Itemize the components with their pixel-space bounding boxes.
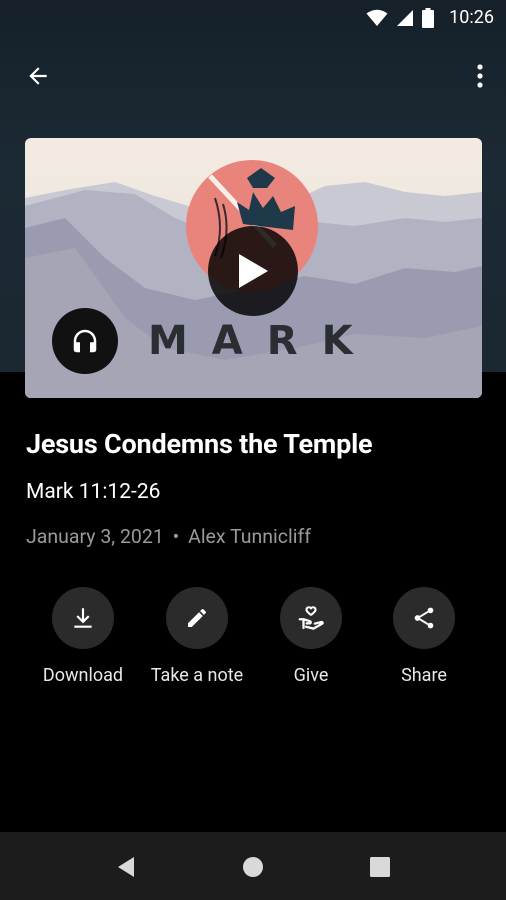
- status-time: 10:26: [449, 7, 494, 28]
- battery-icon: [422, 8, 434, 28]
- take-note-action[interactable]: Take a note: [137, 587, 257, 686]
- message-meta: January 3, 2021 • Alex Tunnicliff: [26, 525, 311, 548]
- status-icons: [366, 8, 434, 28]
- give-hand-heart-icon: [298, 606, 324, 630]
- app-bar: [0, 52, 506, 96]
- more-options-button[interactable]: [468, 58, 492, 94]
- nav-recents-button[interactable]: [365, 852, 395, 882]
- headphones-icon: [73, 329, 97, 353]
- take-note-label: Take a note: [150, 665, 244, 686]
- share-button[interactable]: [393, 587, 455, 649]
- share-action[interactable]: Share: [364, 587, 484, 686]
- arrow-back-icon: [29, 67, 47, 85]
- scripture-reference: Mark 11:12-26: [26, 480, 161, 504]
- give-action[interactable]: Give: [251, 587, 371, 686]
- download-label: Download: [42, 665, 124, 686]
- nav-recents-icon: [370, 857, 390, 877]
- play-icon: [239, 254, 268, 288]
- series-title-art: MARK: [148, 318, 377, 364]
- more-vert-icon: [477, 64, 483, 88]
- back-button[interactable]: [20, 58, 56, 94]
- nav-home-icon: [243, 857, 263, 877]
- system-nav-bar: [0, 832, 506, 900]
- wifi-icon: [366, 9, 388, 26]
- status-bar: 10:26: [0, 0, 506, 36]
- give-label: Give: [293, 665, 329, 686]
- nav-home-button[interactable]: [238, 852, 268, 882]
- cell-signal-icon: [397, 10, 413, 26]
- download-button[interactable]: [52, 587, 114, 649]
- download-action[interactable]: Download: [23, 587, 143, 686]
- give-button[interactable]: [280, 587, 342, 649]
- take-note-button[interactable]: [166, 587, 228, 649]
- audio-badge: [52, 308, 118, 374]
- pencil-icon: [188, 608, 207, 627]
- download-icon: [74, 608, 92, 628]
- nav-back-icon: [118, 857, 134, 877]
- share-icon: [414, 607, 434, 629]
- message-date: January 3, 2021: [26, 525, 164, 548]
- meta-separator: •: [172, 525, 180, 548]
- share-label: Share: [401, 665, 447, 686]
- speaker-name: Alex Tunnicliff: [188, 525, 312, 548]
- nav-back-button[interactable]: [111, 852, 141, 882]
- action-row: Download Take a note Give Share: [0, 587, 506, 697]
- message-title: Jesus Condemns the Temple: [26, 428, 373, 460]
- play-button[interactable]: [208, 226, 298, 316]
